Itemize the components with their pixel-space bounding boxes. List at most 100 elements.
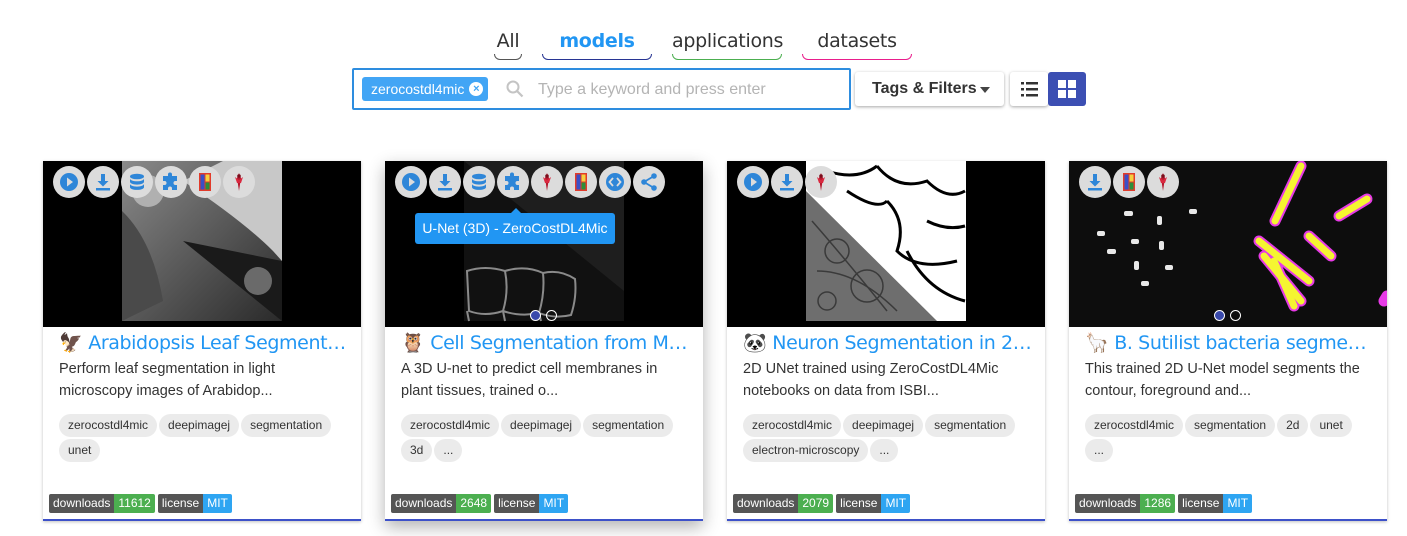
- grid-icon: [1058, 80, 1076, 98]
- imagej-icon[interactable]: [1113, 166, 1145, 198]
- tag-chip[interactable]: segmentation: [583, 414, 674, 437]
- downloads-count: 2079: [798, 494, 834, 513]
- imagej-icon[interactable]: [189, 166, 221, 198]
- tag-chip[interactable]: deepimagej: [159, 414, 240, 437]
- card-cover-image[interactable]: [43, 161, 361, 327]
- carousel-dot[interactable]: [1214, 310, 1225, 321]
- tab-applications[interactable]: applications: [672, 30, 783, 60]
- card-description: 2D UNet trained using ZeroCostDL4Mic not…: [743, 361, 999, 399]
- tag-chip[interactable]: zerocostdl4mic: [59, 414, 158, 437]
- tab-all[interactable]: All: [494, 30, 522, 60]
- bioimageio-icon[interactable]: [1147, 166, 1179, 198]
- tag-chip[interactable]: segmentation: [1185, 414, 1276, 437]
- license-badge-key: license: [836, 494, 882, 513]
- license-badge-key: license: [1178, 494, 1224, 513]
- tag-chip[interactable]: unet: [59, 439, 101, 462]
- download-icon[interactable]: [429, 166, 461, 198]
- tag-chip[interactable]: deepimagej: [843, 414, 924, 437]
- card-description: This trained 2D U-Net model segments the…: [1085, 361, 1360, 399]
- tag-chip[interactable]: ...: [870, 439, 899, 462]
- card-tags: zerocostdl4mic deepimagej segmentation unet: [59, 414, 354, 464]
- license-badge: license MIT: [1178, 494, 1253, 513]
- download-icon[interactable]: [87, 166, 119, 198]
- play-icon[interactable]: [737, 166, 769, 198]
- list-view-button[interactable]: [1010, 72, 1048, 106]
- card-tags: zerocostdl4mic segmentation 2d unet...: [1085, 414, 1380, 464]
- search-input[interactable]: [536, 77, 840, 103]
- card-emoji: 🐼: [743, 332, 767, 354]
- card-title[interactable]: 🦙B. Sutilist bacteria segmentation: [1085, 331, 1375, 355]
- card-cover-image[interactable]: [727, 161, 1045, 327]
- tag-chip[interactable]: zerocostdl4mic: [743, 414, 842, 437]
- play-icon[interactable]: [53, 166, 85, 198]
- tag-chip[interactable]: ...: [1085, 439, 1114, 462]
- code-icon[interactable]: [599, 166, 631, 198]
- card-badges: downloads 1286 license MIT: [1075, 494, 1255, 513]
- card-tags: zerocostdl4mic deepimagej segmentation 3d..…: [401, 414, 696, 464]
- license-badge: license MIT: [836, 494, 911, 513]
- downloads-badge-key: downloads: [49, 494, 115, 513]
- tab-datasets[interactable]: datasets: [802, 30, 912, 60]
- card-title-text: B. Sutilist bacteria segmentation: [1114, 332, 1375, 354]
- remove-tag-icon[interactable]: ×: [469, 82, 484, 96]
- tab-all-underline: [494, 54, 522, 60]
- tag-chip[interactable]: segmentation: [241, 414, 332, 437]
- tag-chip[interactable]: zerocostdl4mic: [401, 414, 500, 437]
- card-title[interactable]: 🦅 Arabidopsis Leaf Segmentation: [59, 331, 349, 355]
- card-title-text: Arabidopsis Leaf Segmentation: [88, 332, 349, 354]
- model-card[interactable]: 🦙B. Sutilist bacteria segmentation This …: [1069, 161, 1387, 521]
- downloads-badge-key: downloads: [733, 494, 799, 513]
- tag-chip[interactable]: unet: [1310, 414, 1352, 437]
- card-title[interactable]: 🐼 Neuron Segmentation in 2D EM: [743, 331, 1033, 355]
- tab-models[interactable]: models: [542, 30, 652, 60]
- tab-models-underline: [542, 54, 652, 60]
- tag-chip[interactable]: deepimagej: [501, 414, 582, 437]
- card-cover-image[interactable]: [1069, 161, 1387, 327]
- bioimageio-icon[interactable]: [531, 166, 563, 198]
- card-badges: downloads 2079 license MIT: [733, 494, 913, 513]
- download-icon[interactable]: [771, 166, 803, 198]
- tab-applications-underline: [672, 54, 782, 60]
- downloads-count: 2648: [456, 494, 492, 513]
- grid-view-button[interactable]: [1048, 72, 1086, 106]
- search-box[interactable]: zerocostdl4mic ×: [352, 68, 851, 110]
- tag-chip[interactable]: ...: [434, 439, 463, 462]
- card-badges: downloads 2648 license MIT: [391, 494, 571, 513]
- database-icon[interactable]: [121, 166, 153, 198]
- tag-chip[interactable]: 3d: [401, 439, 433, 462]
- tag-chip[interactable]: 2d: [1277, 414, 1309, 437]
- tags-filters-dropdown[interactable]: Tags & Filters: [855, 72, 1004, 106]
- downloads-badge-key: downloads: [391, 494, 457, 513]
- downloads-count: 1286: [1140, 494, 1176, 513]
- search-tag-chip[interactable]: zerocostdl4mic ×: [362, 77, 489, 101]
- downloads-count: 11612: [114, 494, 155, 513]
- card-emoji: 🦅: [59, 332, 83, 354]
- play-icon[interactable]: [395, 166, 427, 198]
- tab-models-label: models: [559, 30, 635, 52]
- carousel-dot[interactable]: [546, 310, 557, 321]
- tooltip: U-Net (3D) - ZeroCostDL4Mic: [415, 208, 615, 244]
- database-icon[interactable]: [463, 166, 495, 198]
- tag-chip[interactable]: electron-microscopy: [743, 439, 869, 462]
- tag-chip[interactable]: zerocostdl4mic: [1085, 414, 1184, 437]
- tab-all-label: All: [496, 30, 520, 52]
- card-title[interactable]: 🦉Cell Segmentation from Membranes: [401, 331, 691, 355]
- card-cover-image[interactable]: U-Net (3D) - ZeroCostDL4Mic: [385, 161, 703, 327]
- tag-chip[interactable]: segmentation: [925, 414, 1016, 437]
- bioimageio-icon[interactable]: [223, 166, 255, 198]
- list-icon: [1021, 82, 1038, 97]
- carousel-dot[interactable]: [530, 310, 541, 321]
- plugin-icon[interactable]: [155, 166, 187, 198]
- model-card[interactable]: 🐼 Neuron Segmentation in 2D EM 2D UNet tr…: [727, 161, 1045, 521]
- share-icon[interactable]: [633, 166, 665, 198]
- model-card[interactable]: 🦅 Arabidopsis Leaf Segmentation Perform l…: [43, 161, 361, 521]
- downloads-badge: downloads 2079: [733, 494, 834, 513]
- bioimageio-icon[interactable]: [805, 166, 837, 198]
- download-icon[interactable]: [1079, 166, 1111, 198]
- plugin-icon[interactable]: [497, 166, 529, 198]
- model-card[interactable]: U-Net (3D) - ZeroCostDL4Mic 🦉 Cell Segmen…: [385, 161, 703, 521]
- imagej-icon[interactable]: [565, 166, 597, 198]
- carousel-dot[interactable]: [1230, 310, 1241, 321]
- downloads-badge: downloads 11612: [49, 494, 155, 513]
- search-tag-chip-label: zerocostdl4mic: [371, 81, 465, 97]
